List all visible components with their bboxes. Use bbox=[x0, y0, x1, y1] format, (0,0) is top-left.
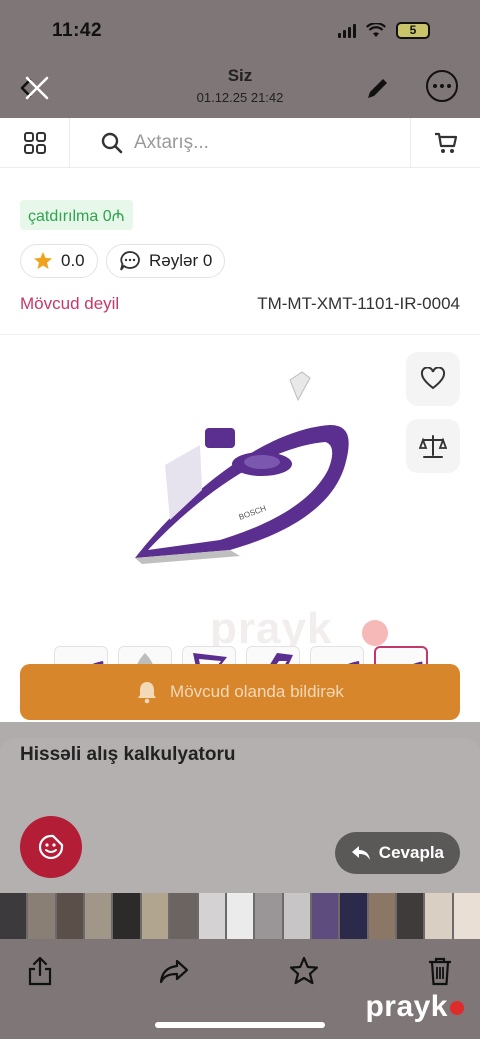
forward-icon bbox=[159, 959, 189, 984]
viewer-title: Siz 01.12.25 21:42 bbox=[0, 66, 480, 105]
media-strip[interactable] bbox=[0, 893, 480, 939]
search-bar: Axtarış... bbox=[0, 118, 480, 168]
media-thumb[interactable] bbox=[28, 893, 55, 939]
reply-button[interactable]: Cevapla bbox=[334, 832, 460, 874]
divider bbox=[0, 334, 480, 335]
grid-icon bbox=[23, 131, 46, 154]
wifi-icon bbox=[366, 23, 386, 37]
media-thumb[interactable] bbox=[255, 893, 282, 939]
media-thumb[interactable] bbox=[397, 893, 424, 939]
search-placeholder: Axtarış... bbox=[134, 131, 209, 153]
battery-icon: 5 bbox=[396, 22, 430, 39]
status-icons: 5 bbox=[338, 22, 430, 39]
signal-icon bbox=[338, 23, 356, 38]
brand-logo: prayk bbox=[365, 990, 464, 1024]
share-button[interactable] bbox=[22, 953, 58, 989]
media-thumb[interactable] bbox=[56, 893, 84, 939]
share-icon bbox=[28, 956, 52, 986]
viewer-header: 11:42 5 Siz 01.12.25 21:42 bbox=[0, 0, 480, 118]
delivery-badge: çatdırılma 0₼ bbox=[20, 200, 133, 230]
brand-dot bbox=[450, 1001, 464, 1016]
rating-pill[interactable]: 0.0 bbox=[20, 244, 98, 278]
reply-label: Cevapla bbox=[378, 843, 444, 862]
heart-icon bbox=[420, 367, 446, 390]
message-date: 01.12.25 21:42 bbox=[196, 90, 284, 105]
edit-button[interactable] bbox=[364, 74, 392, 102]
calculator-title: Hissəli alış kalkulyatoru bbox=[20, 744, 236, 765]
media-thumb[interactable] bbox=[85, 893, 112, 939]
media-thumb[interactable] bbox=[141, 893, 169, 939]
chat-icon bbox=[120, 251, 140, 271]
cart-icon bbox=[434, 132, 457, 153]
notify-label: Mövcud olanda bildirək bbox=[170, 682, 344, 701]
more-icon bbox=[433, 84, 451, 88]
media-thumb[interactable] bbox=[283, 893, 310, 939]
rating-value: 0.0 bbox=[61, 251, 85, 270]
favorite-button[interactable] bbox=[406, 352, 460, 406]
compare-button[interactable] bbox=[406, 419, 460, 473]
reply-icon bbox=[351, 846, 370, 860]
forward-button[interactable] bbox=[156, 953, 192, 989]
reviews-pill[interactable]: Rəylər 0 bbox=[106, 244, 226, 278]
bell-icon bbox=[138, 682, 157, 704]
media-thumb[interactable] bbox=[453, 893, 480, 939]
reviews-label: Rəylər 0 bbox=[149, 251, 213, 270]
home-indicator[interactable] bbox=[155, 1022, 325, 1028]
star-icon bbox=[34, 252, 52, 269]
media-thumb[interactable] bbox=[113, 893, 140, 939]
media-thumb[interactable] bbox=[311, 893, 339, 939]
star-outline-icon bbox=[289, 956, 319, 985]
notify-button[interactable]: Mövcud olanda bildirək bbox=[20, 664, 460, 720]
media-thumb[interactable] bbox=[425, 893, 452, 939]
product-image[interactable]: BOSCH bbox=[120, 370, 360, 570]
media-thumb[interactable] bbox=[368, 893, 396, 939]
catalog-button[interactable] bbox=[0, 118, 70, 168]
cart-button[interactable] bbox=[410, 118, 480, 168]
watermark-dot bbox=[362, 620, 388, 646]
star-button[interactable] bbox=[286, 953, 322, 989]
trash-icon bbox=[429, 957, 451, 986]
media-thumb[interactable] bbox=[0, 893, 27, 939]
scale-icon bbox=[419, 435, 447, 458]
sticker-button[interactable] bbox=[20, 816, 82, 878]
media-thumb[interactable] bbox=[198, 893, 225, 939]
availability-status: Mövcud deyil bbox=[20, 294, 120, 313]
search-icon bbox=[101, 132, 123, 153]
search-input[interactable]: Axtarış... bbox=[70, 118, 410, 168]
delete-button[interactable] bbox=[422, 953, 458, 989]
product-sku: TM-MT-XMT-1101-IR-0004 bbox=[257, 294, 460, 313]
more-button[interactable] bbox=[426, 70, 458, 102]
media-thumb[interactable] bbox=[226, 893, 254, 939]
pencil-icon bbox=[368, 79, 387, 98]
status-time: 11:42 bbox=[52, 20, 103, 41]
sticker-icon bbox=[38, 834, 64, 860]
brand-text: prayk bbox=[365, 990, 448, 1023]
media-thumb[interactable] bbox=[340, 893, 367, 939]
media-thumb[interactable] bbox=[170, 893, 197, 939]
sender-name: Siz bbox=[227, 66, 253, 85]
